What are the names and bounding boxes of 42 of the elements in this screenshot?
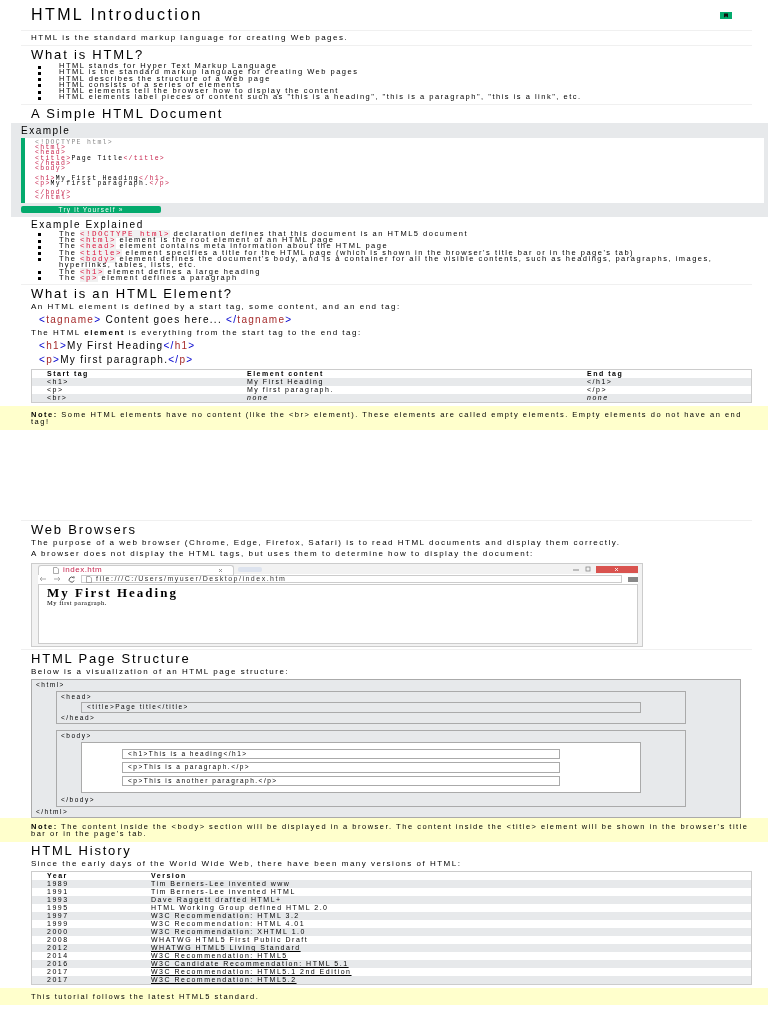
bullet-icon bbox=[38, 252, 41, 256]
paragraph: Below is a visualization of an HTML page structure: bbox=[31, 668, 291, 677]
code-example: <tagname> Content goes here... </tagname> bbox=[39, 315, 294, 326]
bullet-icon bbox=[38, 239, 41, 243]
bullet-icon bbox=[38, 271, 41, 275]
bookmark-icon bbox=[720, 11, 732, 19]
intro-paragraph: HTML is the standard markup language for creating Web pages. bbox=[31, 34, 350, 42]
section-heading: What is an HTML Element? bbox=[31, 287, 234, 301]
paragraph: The purpose of a web browser (Chrome, Edge, Firefox, Safari) is to read HTML documents and display them correctly. bbox=[31, 539, 622, 548]
minimize-icon bbox=[572, 566, 580, 573]
bullet-icon bbox=[38, 90, 41, 94]
code-example: <p>My first paragraph.</p> bbox=[39, 355, 195, 366]
bullet-icon bbox=[38, 78, 41, 82]
rendered-heading: My First Heading bbox=[47, 587, 179, 600]
section-heading: Web Browsers bbox=[31, 523, 138, 537]
paragraph: The HTML element is everything from the start tag to the end tag: bbox=[31, 329, 363, 338]
code-example: <h1>My First Heading</h1> bbox=[39, 341, 197, 352]
tab-title: index.htm bbox=[63, 566, 104, 575]
paragraph: Since the early days of the World Wide Web, there have been many versions of HTML: bbox=[31, 860, 463, 869]
bullet-icon bbox=[38, 233, 41, 237]
page-title: HTML Introduction bbox=[31, 6, 203, 24]
paragraph: An HTML element is defined by a start tag, some content, and an end tag: bbox=[31, 303, 402, 312]
forward-arrow-icon bbox=[53, 576, 62, 583]
paragraph: A browser does not display the HTML tags, but uses them to determine how to display the document: bbox=[31, 550, 535, 559]
bullet-icon bbox=[38, 84, 41, 88]
close-icon bbox=[218, 567, 223, 573]
section-heading: HTML Page Structure bbox=[31, 652, 192, 666]
back-arrow-icon bbox=[38, 576, 47, 583]
bullet-icon bbox=[38, 97, 41, 100]
example-label: Example bbox=[21, 125, 72, 136]
bullet-icon bbox=[38, 65, 41, 69]
bullet-icon bbox=[38, 277, 41, 281]
subheading: Example Explained bbox=[31, 219, 145, 230]
bullet-icon bbox=[38, 245, 41, 249]
bullet-icon bbox=[38, 258, 41, 262]
maximize-icon bbox=[584, 566, 592, 573]
section-heading: A Simple HTML Document bbox=[31, 106, 225, 120]
menu-icon bbox=[628, 576, 638, 582]
section-heading: What is HTML? bbox=[31, 48, 145, 61]
bullet-icon bbox=[38, 71, 41, 75]
section-heading: HTML History bbox=[31, 844, 133, 858]
reload-icon bbox=[68, 575, 75, 583]
